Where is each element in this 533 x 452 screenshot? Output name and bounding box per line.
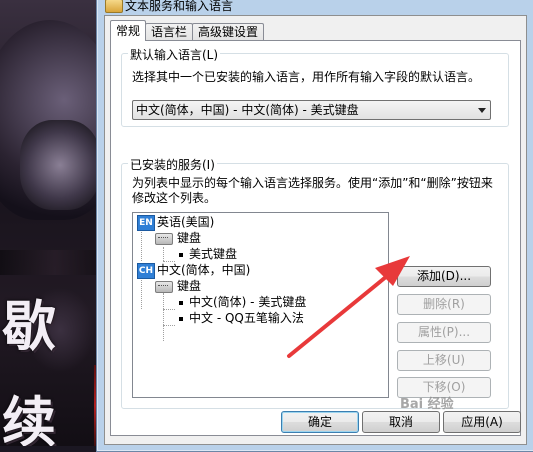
language-ch-icon: CH — [137, 262, 155, 279]
tree-label: 中文(简体，中国) — [157, 263, 251, 277]
properties-button[interactable]: 属性(P)... — [397, 322, 491, 343]
chevron-down-icon[interactable] — [478, 108, 486, 113]
ok-button[interactable]: 确定 — [281, 411, 359, 433]
tree-label: 美式键盘 — [189, 247, 238, 261]
dialog-client: 常规 语言栏 高级键设置 默认输入语言(L) 选择其中一个已安装的输入语言，用作… — [104, 15, 527, 445]
tab-advanced-key-settings[interactable]: 高级键设置 — [192, 23, 265, 41]
wallpaper-glyph: 歇 — [2, 294, 56, 358]
language-en-icon: EN — [137, 214, 155, 231]
tree-node-chinese[interactable]: CH 中文(简体，中国) — [137, 262, 251, 279]
tree-line — [163, 293, 164, 341]
services-tree[interactable]: EN 英语(美国) 键盘 美式键盘 CH 中文(简体，中国) 键盘 中文(简体)… — [132, 212, 389, 398]
keyboard-app-icon — [105, 0, 123, 13]
move-up-button[interactable]: 上移(U) — [397, 350, 491, 371]
tree-node-chinese-us-keyboard[interactable]: 中文(简体) - 美式键盘 — [179, 294, 306, 310]
installed-services-description: 为列表中显示的每个输入语言选择服务。使用“添加”和“删除”按钮来修改这个列表。 — [132, 176, 493, 205]
tree-node-qq-wubi[interactable]: 中文 - QQ五笔输入法 — [179, 310, 304, 326]
tab-language-bar[interactable]: 语言栏 — [145, 23, 194, 41]
tree-line — [163, 247, 164, 261]
default-language-group: 默认输入语言(L) 选择其中一个已安装的输入语言，用作所有输入字段的默认语言。 … — [121, 46, 509, 127]
selected-language: 中文(简体，中国) - 中文(简体) - 美式键盘 — [136, 103, 359, 117]
tree-label: 键盘 — [177, 231, 202, 245]
tree-node-us-keyboard[interactable]: 美式键盘 — [179, 246, 237, 262]
title-bar[interactable]: 文本服务和输入语言 — [97, 0, 533, 15]
cancel-button[interactable]: 取消 — [362, 411, 440, 433]
tree-label: 键盘 — [177, 279, 202, 293]
tree-node-keyboard-en[interactable]: 键盘 — [155, 230, 201, 246]
tree-node-keyboard-ch[interactable]: 键盘 — [155, 278, 201, 294]
bullet-icon — [179, 316, 183, 321]
desktop-wallpaper: 歇 续 — [0, 0, 110, 446]
wallpaper-glyph: 续 — [2, 390, 56, 446]
keyboard-icon — [155, 280, 173, 293]
tree-line — [163, 309, 175, 310]
tree-line — [163, 325, 175, 326]
installed-services-group: 已安装的服务(I) 为列表中显示的每个输入语言选择服务。使用“添加”和“删除”按… — [121, 156, 509, 409]
default-language-description: 选择其中一个已安装的输入语言，用作所有输入字段的默认语言。 — [132, 70, 481, 84]
tree-line — [141, 277, 142, 309]
tab-strip: 常规 语言栏 高级键设置 — [110, 20, 265, 41]
watermark: Bai 经验 — [400, 397, 454, 412]
group-title: 默认输入语言(L) — [128, 46, 221, 63]
tab-general[interactable]: 常规 — [110, 20, 147, 41]
tab-pane-general: 默认输入语言(L) 选择其中一个已安装的输入语言，用作所有输入字段的默认语言。 … — [110, 40, 521, 436]
tree-node-english[interactable]: EN 英语(美国) — [137, 214, 215, 231]
bullet-icon — [179, 300, 183, 305]
add-button[interactable]: 添加(D)... — [397, 266, 491, 287]
tree-label: 英语(美国) — [157, 215, 215, 229]
wallpaper-stripe — [0, 250, 110, 275]
text-services-dialog: 文本服务和输入语言 常规 语言栏 高级键设置 默认输入语言(L) 选择其中一个已… — [96, 0, 533, 452]
remove-button[interactable]: 删除(R) — [397, 294, 491, 315]
apply-button[interactable]: 应用(A) — [443, 411, 521, 433]
tree-label: 中文 - QQ五笔输入法 — [189, 311, 304, 325]
tree-line — [141, 229, 142, 261]
window-title: 文本服务和输入语言 — [125, 0, 234, 13]
default-language-select[interactable]: 中文(简体，中国) - 中文(简体) - 美式键盘 — [132, 100, 491, 120]
group-title: 已安装的服务(I) — [128, 156, 217, 173]
tree-label: 中文(简体) - 美式键盘 — [189, 295, 307, 309]
wallpaper-mask — [20, 120, 100, 210]
bullet-icon — [179, 252, 183, 257]
keyboard-icon — [155, 232, 173, 245]
